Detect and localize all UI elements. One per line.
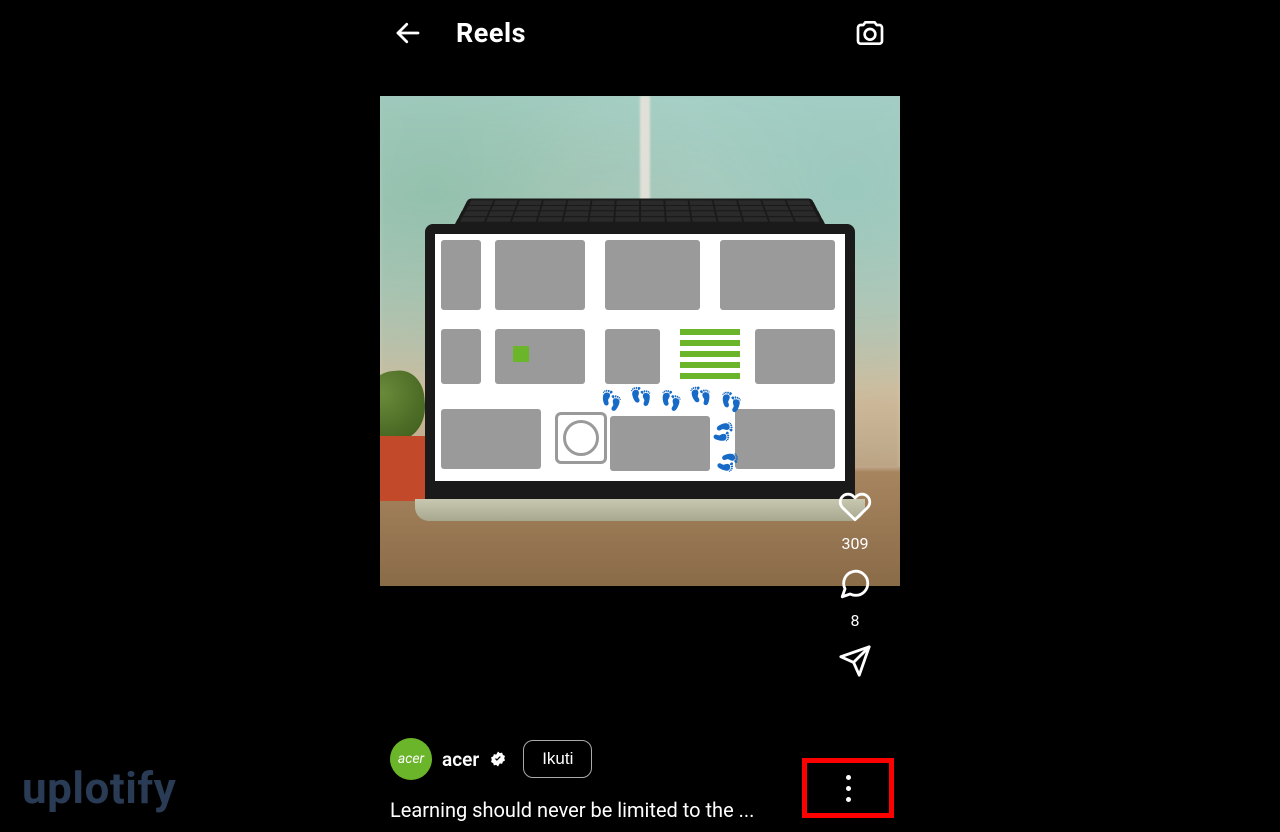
username[interactable]: acer [442,748,479,771]
watermark: uplotify [22,762,176,814]
laptop: 👣 👣 👣 👣 👣 👣 👣 acer [425,224,855,521]
camera-button[interactable] [848,11,892,55]
top-bar: Reels [380,0,900,66]
avatar[interactable]: acer [390,738,432,780]
post-meta: acer acer Ikuti Learning should never be… [390,738,810,822]
verified-badge-icon [489,750,507,768]
share-action [838,644,872,682]
camera-icon [854,17,886,49]
laptop-keyboard [455,198,825,224]
like-count: 309 [842,534,869,553]
map-graphic: 👣 👣 👣 👣 👣 👣 👣 [435,234,845,481]
more-options-area [802,758,894,818]
laptop-brand-label: acer [435,481,845,499]
plant-pot [380,436,430,501]
comment-icon [838,567,872,601]
follow-button[interactable]: Ikuti [523,740,592,778]
comment-button[interactable] [838,567,872,605]
comment-count: 8 [851,611,860,630]
back-arrow-icon [393,18,423,48]
page-title: Reels [456,17,526,49]
like-action: 309 [838,490,872,553]
caption-text[interactable]: Learning should never be limited to the … [390,798,810,822]
laptop-base [415,499,865,521]
heart-icon [838,490,872,524]
like-button[interactable] [838,490,872,528]
reels-viewer: Reels [380,0,900,832]
share-icon [838,644,872,678]
user-row: acer acer Ikuti [390,738,810,780]
back-button[interactable] [388,13,428,53]
reel-media[interactable]: 👣 👣 👣 👣 👣 👣 👣 acer [380,96,900,586]
more-options-button[interactable] [846,775,851,802]
share-button[interactable] [838,644,872,682]
laptop-screen: 👣 👣 👣 👣 👣 👣 👣 acer [425,224,855,499]
comment-action: 8 [838,567,872,630]
verified-badge [489,750,507,768]
action-rail: 309 8 [830,490,880,682]
